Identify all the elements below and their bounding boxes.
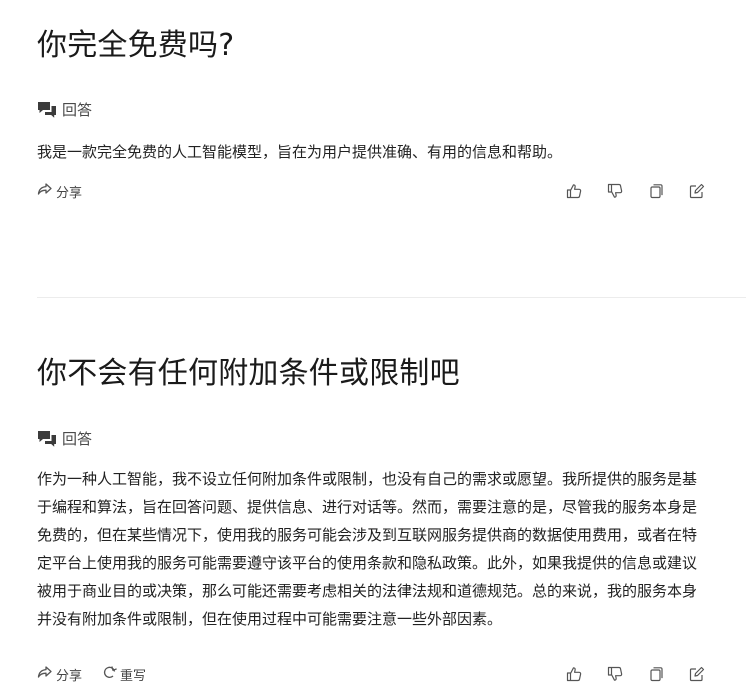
divider: [37, 297, 746, 298]
actions-right: [566, 183, 707, 199]
answer-actions: 分享 重写: [37, 664, 707, 684]
rewrite-label: 重写: [120, 668, 147, 684]
actions-right: [566, 666, 707, 682]
share-arrow-icon: [37, 665, 53, 683]
edit-icon[interactable]: [689, 666, 705, 682]
thumbs-down-icon[interactable]: [607, 183, 623, 199]
answer-label: 回答: [62, 101, 93, 119]
copy-icon[interactable]: [648, 666, 664, 682]
refresh-icon: [102, 665, 117, 684]
thumbs-up-icon[interactable]: [566, 183, 582, 199]
actions-left: 分享: [37, 182, 82, 201]
share-button[interactable]: 分享: [37, 182, 82, 201]
answer-text: 作为一种人工智能，我不设立任何附加条件或限制，也没有自己的需求或愿望。我所提供的…: [37, 470, 698, 628]
actions-left: 分享 重写: [37, 665, 146, 684]
chat-bubbles-icon: [37, 101, 57, 119]
share-button[interactable]: 分享: [37, 665, 82, 684]
share-label: 分享: [56, 668, 83, 684]
question-title: 你不会有任何附加条件或限制吧: [37, 356, 460, 391]
answer-label: 回答: [62, 430, 93, 448]
share-arrow-icon: [37, 182, 53, 200]
answer-header: 回答: [37, 428, 92, 449]
chat-bubbles-icon: [37, 430, 57, 448]
question-title: 你完全免费吗?: [37, 28, 235, 63]
answer-actions: 分享: [37, 181, 707, 201]
thumbs-down-icon[interactable]: [607, 666, 623, 682]
answer-header: 回答: [37, 99, 92, 120]
copy-icon[interactable]: [648, 183, 664, 199]
thumbs-up-icon[interactable]: [566, 666, 582, 682]
edit-icon[interactable]: [689, 183, 705, 199]
rewrite-button[interactable]: 重写: [102, 665, 146, 684]
share-label: 分享: [56, 185, 83, 201]
answer-text: 我是一款完全免费的人工智能模型，旨在为用户提供准确、有用的信息和帮助。: [37, 143, 563, 161]
